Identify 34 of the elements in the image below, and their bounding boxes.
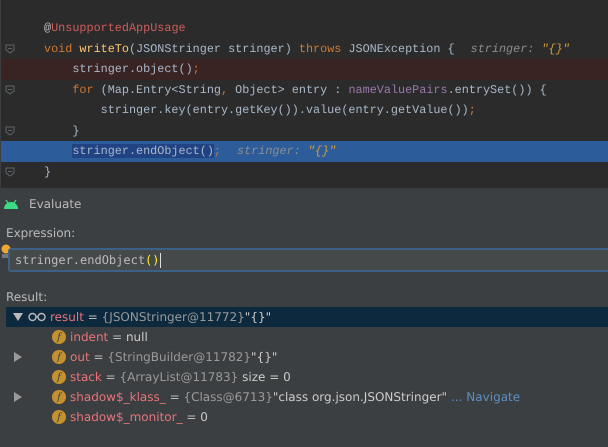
expression-label: Expression: <box>5 225 76 240</box>
tree-node-label[interactable]: shadow$_klass_ = {Class@6713}"class org.json.JSONStringer" <box>70 390 448 404</box>
fold-icon[interactable] <box>5 84 15 95</box>
panel-title: Evaluate <box>29 197 82 211</box>
glasses-icon <box>28 312 46 322</box>
code-editor[interactable] <box>0 0 608 188</box>
fold-icon[interactable] <box>5 44 15 54</box>
field-icon: f <box>52 370 66 384</box>
field-icon: f <box>52 390 66 404</box>
expand-arrow-icon[interactable] <box>13 392 23 402</box>
inline-value-hint: stringer: "{}" <box>470 42 570 56</box>
expand-arrow-icon[interactable] <box>13 312 23 322</box>
code-line: void writeTo(JSONStringer stringer) throws JSONException { <box>44 42 455 56</box>
android-icon <box>3 199 19 209</box>
result-label: Result: <box>5 289 48 304</box>
tree-node-label[interactable]: indent = null <box>70 330 148 344</box>
inline-value-hint: stringer: "{}" <box>237 144 336 158</box>
fold-icon[interactable] <box>5 126 15 136</box>
tree-node-label[interactable]: out = {StringBuilder@11782}"{}" <box>70 350 278 364</box>
tree-node-label[interactable]: stack = {ArrayList@11783} size = 0 <box>70 370 291 384</box>
code-line: } <box>44 164 52 179</box>
fold-icon[interactable] <box>5 166 15 177</box>
field-icon: f <box>52 350 66 364</box>
tree-node-label[interactable]: shadow$_monitor_ = 0 <box>70 410 208 424</box>
expand-arrow-icon[interactable] <box>13 352 23 362</box>
expression-field[interactable]: stringer.endObject() <box>8 248 608 272</box>
code-line: stringer.endObject(); <box>72 144 221 158</box>
field-icon: f <box>52 410 66 424</box>
code-line: for (Map.Entry<String, Object> entry : nameValuePairs.entrySet()) { <box>72 82 547 97</box>
code-line: stringer.key(entry.getKey()).value(entry.getValue()); <box>100 103 476 118</box>
code-line: stringer.object(); <box>72 62 200 76</box>
code-line: @UnsupportedAppUsage <box>44 21 186 36</box>
code-line: } <box>72 124 80 138</box>
field-icon: f <box>52 330 66 344</box>
